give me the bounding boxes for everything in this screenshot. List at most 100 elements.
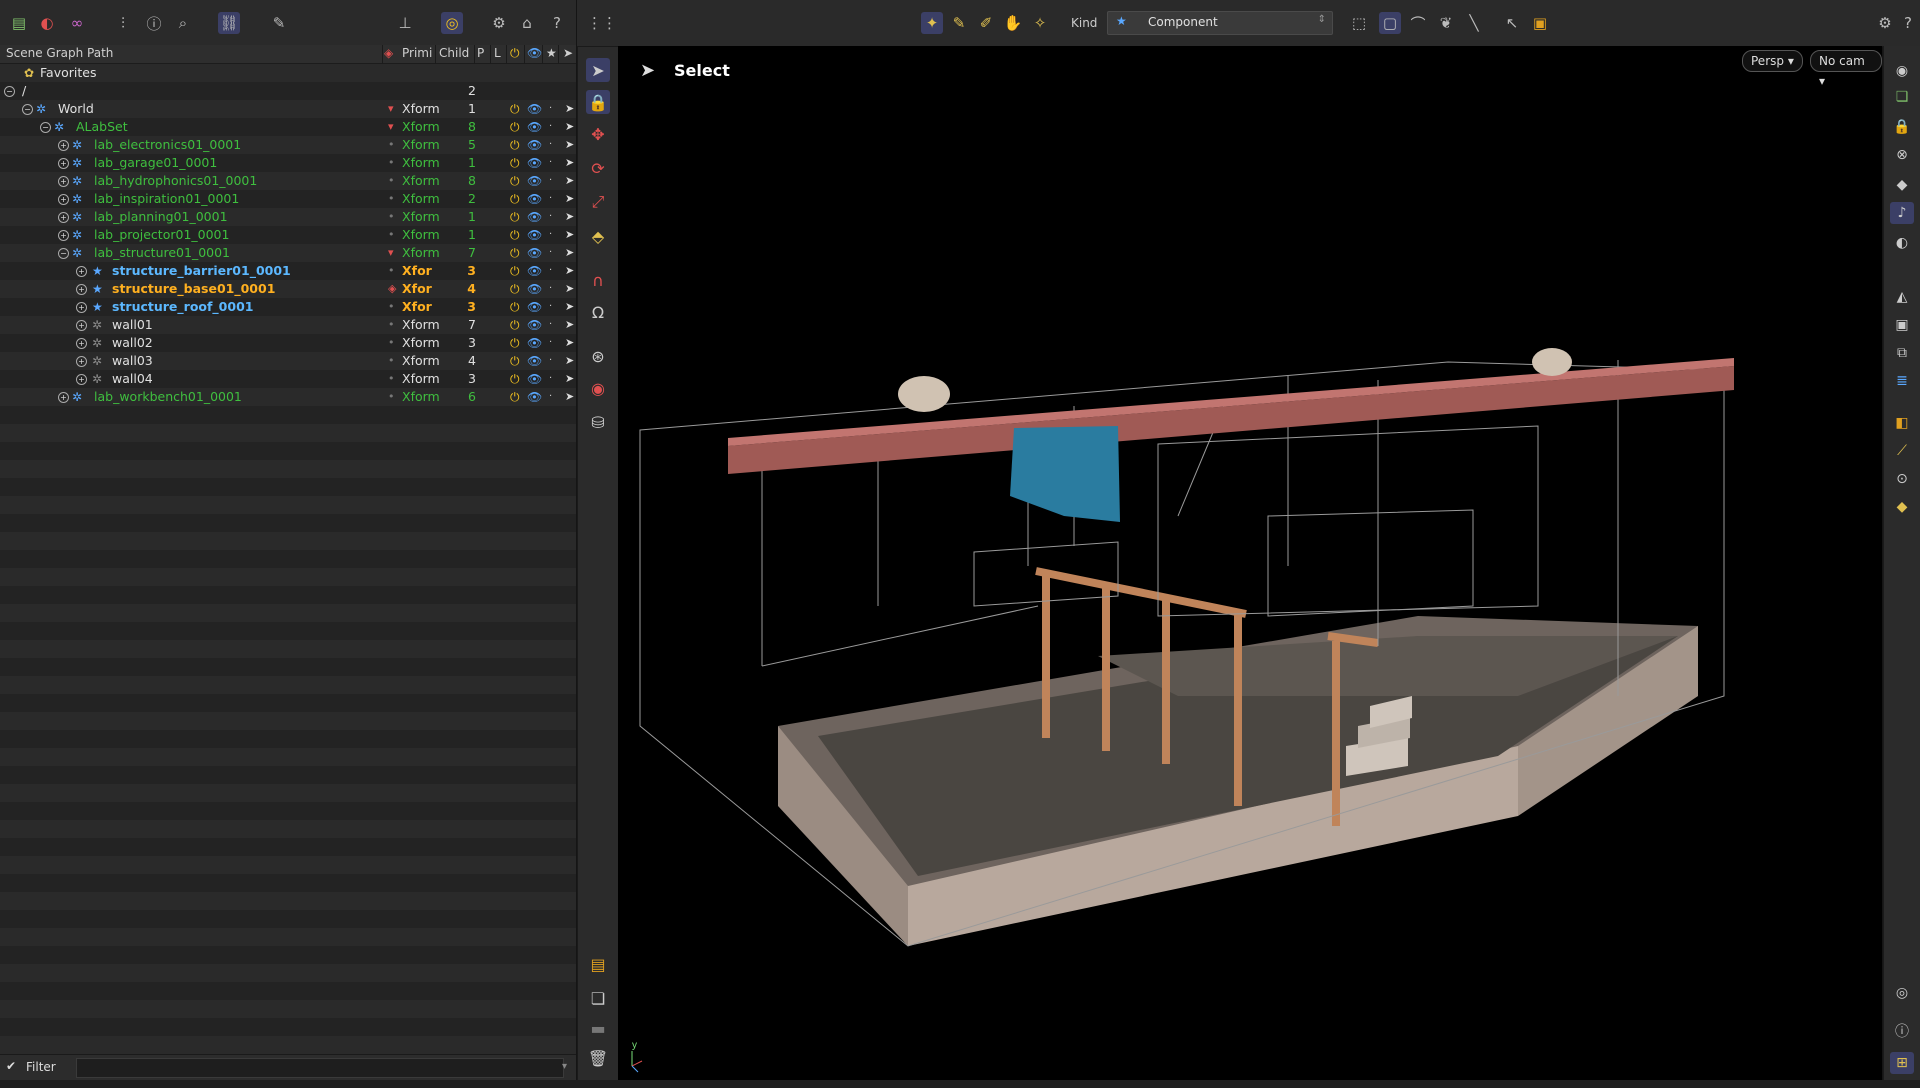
activation-icon[interactable]: ⏻ (510, 352, 520, 370)
brush-select-icon[interactable]: ❦ (1435, 12, 1457, 34)
stack-icon[interactable]: ≣ (1890, 370, 1914, 392)
expand-icon[interactable]: + (58, 140, 69, 151)
column-p[interactable]: P (477, 46, 484, 60)
record-icon[interactable]: ◉ (586, 376, 610, 400)
activation-icon[interactable]: ⏻ (510, 244, 520, 262)
visibility-icon[interactable]: 👁 (527, 190, 542, 208)
select-icon[interactable]: ➤ (565, 388, 574, 406)
tree-row[interactable]: + ★ structure_base01_0001 ◈ Xfor 4 ⏻ 👁 · ➤ (0, 280, 576, 298)
dot-icon[interactable]: · (549, 352, 552, 370)
target-icon[interactable]: ◎ (441, 12, 463, 34)
camera-icon[interactable]: ⛁ (586, 410, 610, 434)
visibility-icon[interactable]: 👁 (527, 334, 542, 352)
chevron-down-icon[interactable]: ▾ (562, 1061, 567, 1072)
visibility-icon[interactable]: 👁 (527, 154, 542, 172)
activation-icon[interactable]: ⏻ (510, 154, 520, 172)
paint-icon[interactable]: ✎ (948, 12, 970, 34)
expand-icon[interactable]: + (76, 302, 87, 313)
dot-icon[interactable]: · (549, 262, 552, 280)
tree-row[interactable]: + ✲ lab_inspiration01_0001 • Xform 2 ⏻ 👁 ·… (0, 190, 576, 208)
select-icon[interactable]: ➤ (565, 226, 574, 244)
link-icon[interactable]: ⛓ (218, 12, 240, 34)
render-icon[interactable]: ▤ (586, 952, 610, 976)
dot-icon[interactable]: · (549, 154, 552, 172)
visibility-icon[interactable]: 👁 (527, 208, 542, 226)
tree-filter-icon[interactable]: ⫶ (112, 12, 134, 34)
lasso-icon[interactable]: ⌒ (1407, 12, 1429, 34)
trash-icon[interactable]: 🗑 (586, 1046, 610, 1070)
pen-icon[interactable]: ✎ (268, 12, 290, 34)
dot-icon[interactable]: · (549, 118, 552, 136)
activation-icon[interactable]: ⏻ (510, 208, 520, 226)
dot-icon[interactable]: · (549, 172, 552, 190)
grid-icon[interactable]: ⋮⋮ (587, 12, 617, 34)
dot-icon[interactable]: · (549, 388, 552, 406)
visibility-icon[interactable]: 👁 (527, 100, 542, 118)
handle-icon[interactable]: ⬘ (586, 224, 610, 248)
visibility-icon[interactable]: 👁 (527, 316, 542, 334)
activation-icon[interactable]: ⏻ (510, 280, 520, 298)
activation-icon[interactable]: ⏻ (510, 172, 520, 190)
secure-select-icon[interactable]: ▣ (1529, 12, 1551, 34)
line-select-icon[interactable]: ╲ (1463, 12, 1485, 34)
activation-icon[interactable]: ⏻ (510, 226, 520, 244)
expand-icon[interactable]: + (58, 230, 69, 241)
visibility-icon[interactable]: 👁 (527, 46, 542, 60)
activation-icon[interactable]: ⏻ (510, 46, 520, 61)
snap-icon[interactable]: Ω (586, 300, 610, 324)
select-icon[interactable]: ➤ (565, 100, 574, 118)
activation-icon[interactable]: ⏻ (510, 118, 520, 136)
dot-icon[interactable]: · (549, 136, 552, 154)
visibility-icon[interactable]: 👁 (527, 298, 542, 316)
expand-icon[interactable]: + (76, 374, 87, 385)
activation-icon[interactable]: ⏻ (510, 298, 520, 316)
help-icon[interactable]: ? (546, 12, 568, 34)
tree-row[interactable]: + ★ structure_barrier01_0001 • Xfor 3 ⏻ 👁… (0, 262, 576, 280)
shape-icon[interactable]: ◆ (1890, 496, 1914, 518)
pick-icon[interactable]: ⬚ (1348, 12, 1370, 34)
dot-icon[interactable]: · (549, 244, 552, 262)
activation-icon[interactable]: ⏻ (510, 370, 520, 388)
visibility-icon[interactable]: 👁 (527, 172, 542, 190)
layout-icon[interactable]: ⊞ (1890, 1052, 1914, 1074)
select-icon[interactable]: ➤ (565, 136, 574, 154)
visibility-icon[interactable]: 👁 (527, 370, 542, 388)
tree-row-favorites[interactable]: ✿ Favorites (0, 64, 576, 82)
visibility-icon[interactable]: 👁 (527, 352, 542, 370)
activation-icon[interactable]: ⏻ (510, 190, 520, 208)
activation-icon[interactable]: ⏻ (510, 262, 520, 280)
select-icon[interactable]: ➤ (565, 244, 574, 262)
select-icon[interactable]: ➤ (565, 154, 574, 172)
hierarchy-icon[interactable]: ⊥ (394, 12, 416, 34)
expand-icon[interactable]: + (76, 284, 87, 295)
select-icon[interactable]: ➤ (565, 316, 574, 334)
light-icon[interactable]: ♪ (1890, 202, 1914, 224)
gear-icon[interactable]: ⚙ (488, 12, 510, 34)
select-icon[interactable]: ➤ (565, 190, 574, 208)
tree-row[interactable]: + ✲ lab_projector01_0001 • Xform 1 ⏻ 👁 · ➤ (0, 226, 576, 244)
expand-icon[interactable]: + (76, 320, 87, 331)
expand-icon[interactable]: + (58, 212, 69, 223)
dot-icon[interactable]: · (549, 208, 552, 226)
lock-icon[interactable]: 🔒 (586, 90, 610, 114)
dot-icon[interactable]: · (549, 190, 552, 208)
scale-icon[interactable]: ⤢ (586, 190, 610, 214)
tree-row[interactable]: − ✲ ALabSet ▾ Xform 8 ⏻ 👁 · ➤ (0, 118, 576, 136)
select-arrow-icon[interactable]: ➤ (586, 58, 610, 82)
select-icon[interactable]: ➤ (565, 262, 574, 280)
check-icon[interactable]: ✔ (6, 1059, 16, 1073)
select-icon[interactable]: ➤ (565, 298, 574, 316)
info-icon[interactable]: ⓘ (143, 12, 165, 34)
column-prim[interactable]: Primi (402, 46, 432, 60)
eye-icon[interactable]: ◉ (1890, 60, 1914, 82)
tree-row[interactable]: − ✲ World ▾ Xform 1 ⏻ 👁 · ➤ (0, 100, 576, 118)
gear-icon[interactable]: ⚙ (1874, 12, 1896, 34)
info-icon[interactable]: ⓘ (1890, 1020, 1914, 1042)
scene-graph-icon[interactable]: ▤ (8, 12, 30, 34)
tree-row[interactable]: + ✲ lab_workbench01_0001 • Xform 6 ⏻ 👁 · ➤ (0, 388, 576, 406)
star-icon[interactable]: ★ (546, 46, 557, 60)
expand-icon[interactable]: + (58, 176, 69, 187)
select-icon[interactable]: ➤ (565, 352, 574, 370)
visibility-icon[interactable]: 👁 (527, 226, 542, 244)
material-icon[interactable]: ◐ (1890, 232, 1914, 254)
